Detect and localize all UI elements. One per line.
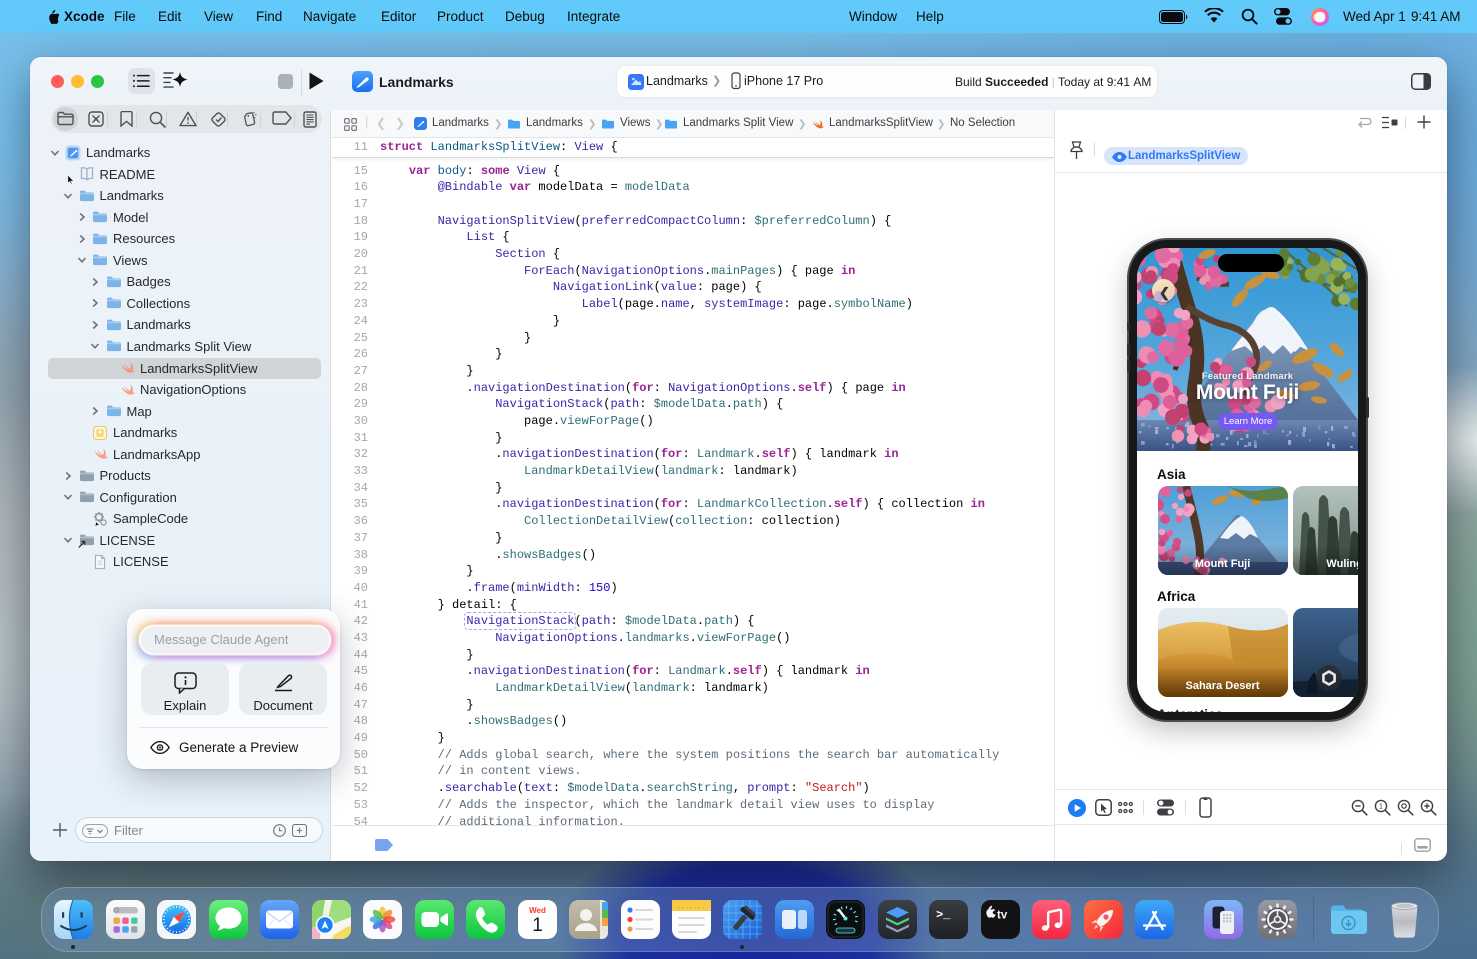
svg-text:>_: >_ bbox=[936, 908, 951, 922]
svg-text:Wed: Wed bbox=[529, 906, 546, 915]
svg-text:1: 1 bbox=[1379, 802, 1383, 811]
svg-text:tv: tv bbox=[997, 910, 1008, 922]
svg-text:1: 1 bbox=[532, 915, 543, 936]
